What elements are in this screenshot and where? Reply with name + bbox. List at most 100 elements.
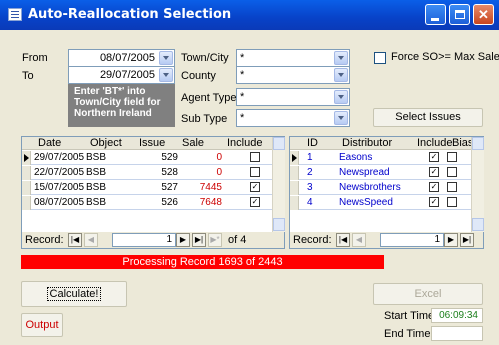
issues-scrollbar[interactable] [272,137,285,232]
distributor-name-cell[interactable]: Newspread [339,167,390,178]
output-button[interactable]: Output [21,313,63,337]
force-so-checkbox[interactable] [374,52,386,64]
issue-row[interactable]: 15/07/2005 BSB 527 7445 ✓ [22,181,272,195]
bias-checkbox[interactable] [447,152,457,162]
issue-date-cell[interactable]: 22/07/2005 [34,167,84,178]
distributor-name-cell[interactable]: Easons [339,152,372,163]
bias-checkbox[interactable] [447,167,457,177]
distributor-row[interactable]: 3 Newsbrothers ✓ [290,181,471,195]
issue-sale-cell[interactable]: 7648 [182,197,222,208]
row-selector[interactable] [22,181,31,195]
include-checkbox[interactable]: ✓ [429,167,439,177]
col-include[interactable]: Include [417,137,452,149]
chevron-down-icon[interactable] [159,51,173,65]
last-record-button[interactable]: ▶| [192,233,206,247]
row-selector[interactable] [290,196,299,210]
include-checkbox[interactable]: ✓ [250,197,260,207]
excel-button[interactable]: Excel [373,283,483,305]
scroll-up-icon[interactable] [273,137,285,150]
issue-date-cell[interactable]: 29/07/2005 [34,152,84,163]
issue-date-cell[interactable]: 08/07/2005 [34,197,84,208]
issue-object-cell[interactable]: BSB [86,182,106,193]
bias-checkbox[interactable] [447,197,457,207]
include-checkbox[interactable] [250,167,260,177]
new-record-button[interactable]: ▶* [208,233,222,247]
distributor-name-cell[interactable]: NewsSpeed [339,197,393,208]
scroll-up-icon[interactable] [472,137,484,150]
distributor-row[interactable]: 1 Easons ✓ [290,151,471,165]
include-checkbox[interactable]: ✓ [429,182,439,192]
chevron-down-icon[interactable] [334,90,348,104]
distributor-row[interactable]: 4 NewsSpeed ✓ [290,196,471,210]
to-date-field[interactable]: 29/07/2005 [68,66,175,84]
distributor-id-cell[interactable]: 3 [307,182,313,193]
scroll-down-icon[interactable] [273,218,285,231]
current-record-icon[interactable] [290,151,299,165]
include-checkbox[interactable] [250,152,260,162]
distributor-id-cell[interactable]: 4 [307,197,313,208]
issue-sale-cell[interactable]: 7445 [182,182,222,193]
distributor-id-cell[interactable]: 2 [307,167,313,178]
distributor-name-cell[interactable]: Newsbrothers [339,182,401,193]
issue-row[interactable]: 08/07/2005 BSB 526 7648 ✓ [22,196,272,210]
col-sale[interactable]: Sale [182,137,204,149]
agent-type-field[interactable]: * [236,88,350,106]
select-issues-button[interactable]: Select Issues [373,108,483,127]
from-date-field[interactable]: 08/07/2005 [68,49,175,67]
form-icon[interactable] [8,8,22,21]
prev-record-button[interactable]: ◀ [84,233,98,247]
col-include[interactable]: Include [227,137,262,149]
distributors-record-number[interactable]: 1 [380,233,444,247]
col-date[interactable]: Date [38,137,61,149]
col-distributor[interactable]: Distributor [342,137,392,149]
calculate-button[interactable]: Calculate! [21,281,127,307]
distributor-row[interactable]: 2 Newspread ✓ [290,166,471,180]
chevron-down-icon[interactable] [159,68,173,82]
issue-object-cell[interactable]: BSB [86,167,106,178]
last-record-button[interactable]: ▶| [460,233,474,247]
next-record-button[interactable]: ▶ [176,233,190,247]
issue-row[interactable]: 29/07/2005 BSB 529 0 [22,151,272,165]
issue-object-cell[interactable]: BSB [86,152,106,163]
col-id[interactable]: ID [307,137,318,149]
issue-sale-cell[interactable]: 0 [182,167,222,178]
scroll-down-icon[interactable] [472,218,484,231]
distributors-scrollbar[interactable] [471,137,484,232]
issue-row[interactable]: 22/07/2005 BSB 528 0 [22,166,272,180]
row-selector[interactable] [290,181,299,195]
current-record-icon[interactable] [22,151,31,165]
maximize-button[interactable] [449,4,470,25]
county-field[interactable]: * [236,66,350,84]
next-record-button[interactable]: ▶ [444,233,458,247]
chevron-down-icon[interactable] [334,111,348,125]
issue-object-cell[interactable]: BSB [86,197,106,208]
sub-type-field[interactable]: * [236,109,350,127]
minimize-button[interactable] [425,4,446,25]
row-selector[interactable] [290,166,299,180]
prev-record-button[interactable]: ◀ [352,233,366,247]
include-checkbox[interactable]: ✓ [429,197,439,207]
col-object[interactable]: Object [90,137,122,149]
issue-number-cell[interactable]: 526 [140,197,178,208]
issue-date-cell[interactable]: 15/07/2005 [34,182,84,193]
col-issue[interactable]: Issue [139,137,165,149]
town-city-field[interactable]: * [236,49,350,67]
title-bar[interactable]: Auto-Reallocation Selection ✕ [0,0,499,30]
first-record-button[interactable]: |◀ [336,233,350,247]
issue-sale-cell[interactable]: 0 [182,152,222,163]
include-checkbox[interactable]: ✓ [429,152,439,162]
row-selector[interactable] [22,196,31,210]
issue-number-cell[interactable]: 529 [140,152,178,163]
close-button[interactable]: ✕ [473,4,494,25]
town-city-label: Town/City [181,52,229,64]
include-checkbox[interactable]: ✓ [250,182,260,192]
issues-record-number[interactable]: 1 [112,233,176,247]
distributor-id-cell[interactable]: 1 [307,152,313,163]
chevron-down-icon[interactable] [334,68,348,82]
bias-checkbox[interactable] [447,182,457,192]
first-record-button[interactable]: |◀ [68,233,82,247]
chevron-down-icon[interactable] [334,51,348,65]
issue-number-cell[interactable]: 528 [140,167,178,178]
row-selector[interactable] [22,166,31,180]
issue-number-cell[interactable]: 527 [140,182,178,193]
